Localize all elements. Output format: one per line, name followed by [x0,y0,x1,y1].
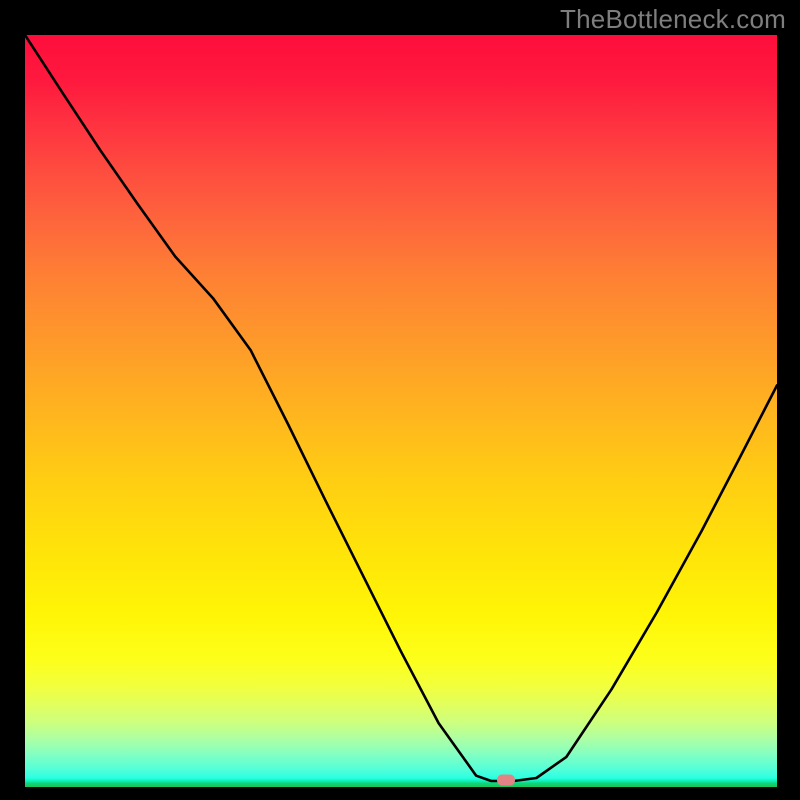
optimal-point-marker [497,775,515,786]
plot-area [25,35,777,787]
bottleneck-curve [25,35,777,787]
chart-frame: TheBottleneck.com [0,0,800,800]
watermark-label: TheBottleneck.com [560,4,786,35]
